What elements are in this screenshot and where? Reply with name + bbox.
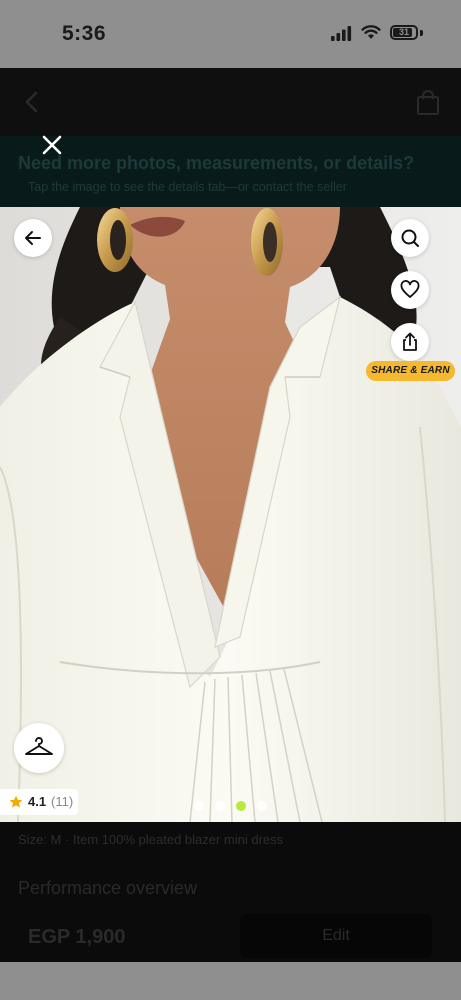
cellular-signal-icon	[331, 26, 352, 41]
pagination-dot[interactable]	[194, 801, 204, 811]
star-icon	[9, 795, 23, 808]
rating-value: 4.1	[28, 794, 47, 809]
sku-line: Size: M · Item 100% pleated blazer mini …	[18, 832, 284, 847]
share-icon	[403, 332, 417, 351]
back-chevron-icon[interactable]	[20, 90, 44, 114]
battery-icon: 31	[390, 25, 418, 40]
status-time: 5:36	[62, 22, 107, 45]
edit-button[interactable]: Edit	[240, 914, 432, 958]
back-button[interactable]	[14, 219, 52, 257]
notice-title: Need more photos, measurements, or detai…	[18, 153, 415, 173]
wishlist-button[interactable]	[391, 271, 429, 309]
product-photo	[0, 207, 461, 822]
product-image-viewer[interactable]: SHARE & EARN 4.1 (11)	[0, 207, 461, 822]
performance-heading: Performance overview	[18, 878, 198, 898]
home-indicator-area	[0, 962, 461, 1000]
share-and-earn-badge[interactable]: SHARE & EARN	[366, 361, 455, 381]
close-icon[interactable]	[40, 134, 64, 156]
zoom-button[interactable]	[391, 219, 429, 257]
rating-count: (11)	[51, 794, 74, 809]
arrow-left-icon	[25, 231, 41, 245]
app-header	[0, 68, 461, 136]
product-summary: Size: M · Item 100% pleated blazer mini …	[0, 822, 461, 962]
notice-subtitle: Tap the image to see the details tab—or …	[28, 180, 347, 194]
info-notice: Need more photos, measurements, or detai…	[0, 136, 461, 207]
battery-cap	[420, 30, 423, 36]
price: EGP 1,900	[28, 926, 126, 948]
wifi-icon	[361, 25, 381, 39]
search-icon	[401, 229, 419, 247]
edit-label: Edit	[322, 927, 350, 944]
shopping-bag-icon[interactable]	[416, 90, 440, 116]
rating-badge[interactable]: 4.1 (11)	[0, 789, 78, 815]
heart-icon	[400, 280, 420, 298]
pagination-dot[interactable]	[257, 801, 267, 811]
pagination-dot[interactable]	[236, 801, 246, 811]
pagination-dot[interactable]	[215, 801, 225, 811]
fit-guide-button[interactable]	[14, 723, 64, 773]
hanger-icon	[25, 737, 53, 755]
share-button[interactable]	[391, 323, 429, 361]
battery-level: 31	[398, 27, 409, 37]
status-bar: 5:36 31	[0, 0, 461, 68]
